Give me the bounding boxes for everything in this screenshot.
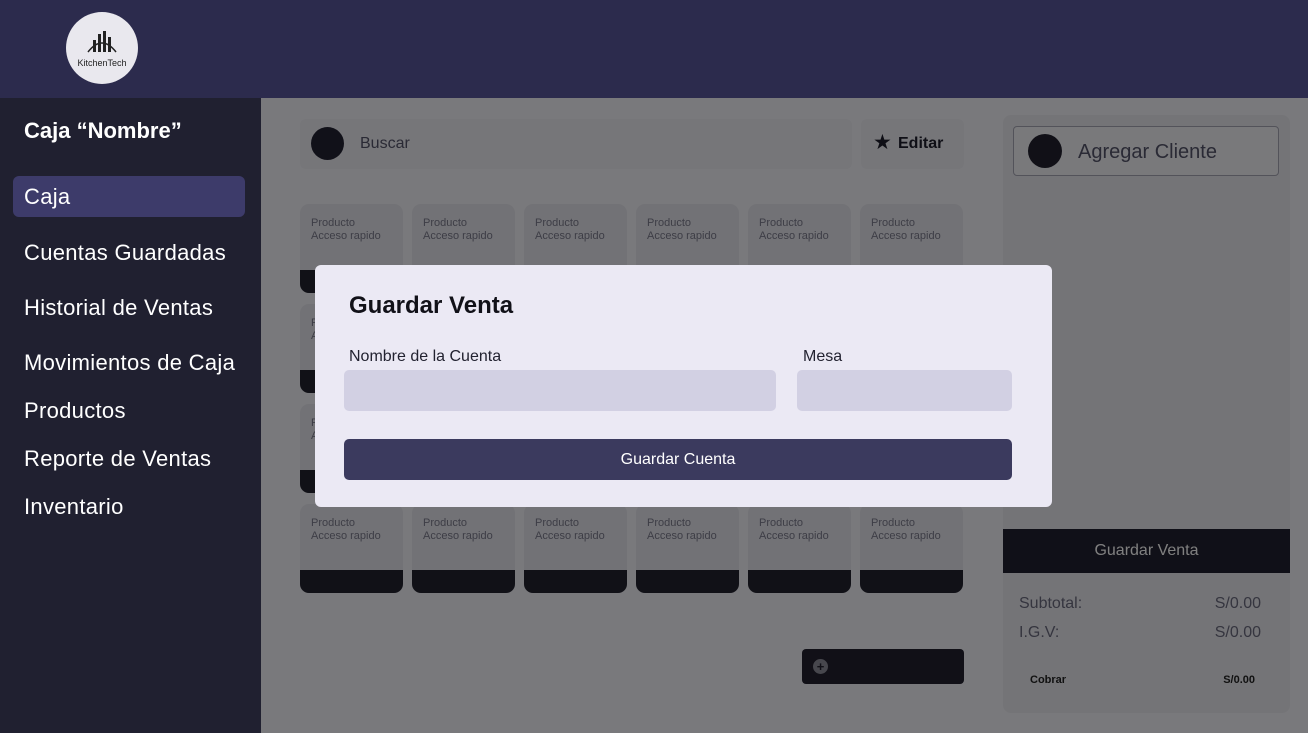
kitchentech-logo[interactable]: KitchenTech — [66, 12, 138, 84]
modal-title: Guardar Venta — [349, 292, 514, 319]
sidebar-item-cuentas-guardadas[interactable]: Cuentas Guardadas — [13, 232, 245, 273]
sidebar-item-movimientos-de-caja[interactable]: Movimientos de Caja — [13, 342, 245, 383]
account-name-label: Nombre de la Cuenta — [349, 348, 502, 365]
sidebar-item-caja[interactable]: Caja — [13, 176, 245, 217]
sidebar-item-historial-de-ventas[interactable]: Historial de Ventas — [13, 287, 245, 328]
save-account-button[interactable]: Guardar Cuenta — [344, 439, 1012, 480]
save-sale-modal: Guardar Venta Nombre de la Cuenta Mesa G… — [315, 265, 1052, 507]
register-title: Caja “Nombre” — [24, 118, 182, 143]
account-name-input[interactable] — [344, 370, 776, 411]
sidebar-item-reporte-de-ventas[interactable]: Reporte de Ventas — [13, 438, 245, 479]
table-input[interactable] — [797, 370, 1012, 411]
top-header: KitchenTech — [0, 0, 1308, 98]
sidebar-item-productos[interactable]: Productos — [13, 390, 245, 431]
kitchentech-logo-icon — [87, 31, 117, 53]
logo-text: KitchenTech — [77, 58, 127, 68]
sidebar-item-inventario[interactable]: Inventario — [13, 486, 245, 527]
table-label: Mesa — [803, 348, 843, 365]
